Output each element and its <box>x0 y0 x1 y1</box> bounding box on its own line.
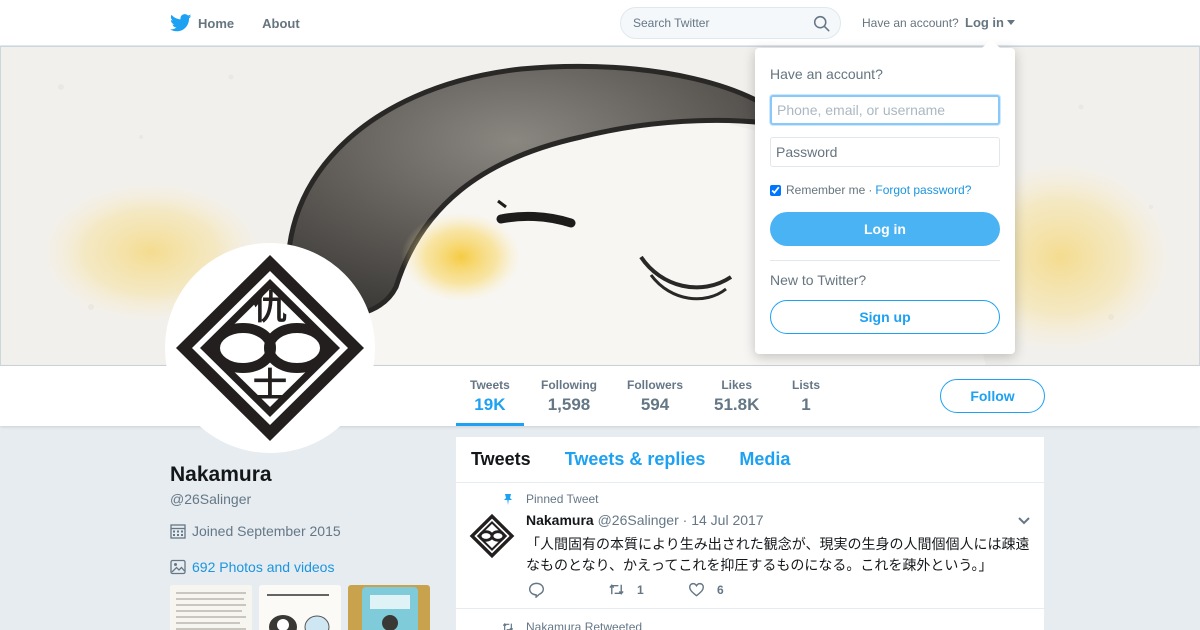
stat-followers[interactable]: Followers 594 <box>627 378 683 415</box>
timeline: Tweets Tweets & replies Media Pinned Twe… <box>456 437 1044 630</box>
stat-label: Lists <box>792 378 821 392</box>
stat-value: 51.8K <box>714 395 760 414</box>
profile-name[interactable]: Nakamura <box>170 463 272 487</box>
divider <box>770 260 1000 261</box>
signup-button[interactable]: Sign up <box>770 300 1000 334</box>
tab-tweets[interactable]: Tweets <box>471 449 531 470</box>
login-button[interactable]: Log in <box>770 212 1000 246</box>
retweeted-label[interactable]: Nakamura Retweeted <box>526 620 642 630</box>
photo-thumbnails <box>170 585 437 630</box>
avatar-glyph-bottom: 士 <box>253 366 287 406</box>
pin-icon <box>504 494 512 505</box>
search-input[interactable] <box>633 8 813 38</box>
caret-down-icon <box>1007 20 1015 25</box>
tab-tweets-replies[interactable]: Tweets & replies <box>565 449 706 470</box>
stat-label: Following <box>541 378 597 392</box>
stat-value: 594 <box>640 395 670 414</box>
profile-joined: Joined September 2015 <box>170 523 341 539</box>
stat-tweets[interactable]: Tweets 19K <box>456 378 524 426</box>
forgot-password-link[interactable]: Forgot password? <box>875 183 971 197</box>
photo-thumbnail[interactable] <box>259 585 341 630</box>
avatar[interactable]: 仇 士 <box>165 243 375 453</box>
tweet-date[interactable]: 14 Jul 2017 <box>691 512 763 528</box>
remember-me: Remember me · Forgot password? <box>770 183 971 197</box>
remember-me-label[interactable]: Remember me <box>786 183 865 197</box>
new-to-twitter-text: New to Twitter? <box>770 272 867 288</box>
photos-link[interactable]: 692 Photos and videos <box>170 559 334 575</box>
photo-icon <box>170 559 186 575</box>
remember-separator: · <box>868 183 873 197</box>
search-icon[interactable] <box>813 15 830 32</box>
tweet-author-name[interactable]: Nakamura <box>526 512 594 528</box>
search-box[interactable] <box>620 7 841 39</box>
tweet-avatar[interactable] <box>468 512 516 560</box>
follow-button[interactable]: Follow <box>940 379 1045 413</box>
stat-value: 19K <box>474 395 506 414</box>
stat-label: Followers <box>627 378 684 392</box>
stat-following[interactable]: Following 1,598 <box>541 378 597 415</box>
tweet-text: 「人間固有の本質により生み出された観念が、現実の生身の人間個個人には疎遠なものと… <box>526 536 1030 573</box>
tweet-header: Nakamura @26Salinger · 14 Jul 2017 <box>526 512 764 528</box>
twitter-bird-icon <box>170 14 192 32</box>
login-dropdown-toggle[interactable]: Log in <box>965 15 1015 30</box>
reply-button[interactable] <box>528 581 557 598</box>
joined-text: Joined September 2015 <box>192 523 341 539</box>
timeline-tabs: Tweets Tweets & replies Media <box>456 437 1044 483</box>
dropdown-title: Have an account? <box>770 66 883 82</box>
stat-value: 1 <box>801 395 811 414</box>
retweet-count: 1 <box>637 582 644 597</box>
calendar-icon <box>170 524 186 539</box>
reply-icon <box>528 582 545 598</box>
photo-thumbnail[interactable] <box>348 585 430 630</box>
retweet-icon <box>502 623 514 630</box>
nav-left: Home About <box>170 0 328 46</box>
avatar-glyph-top: 仇 <box>253 288 287 328</box>
pinned-context: Pinned Tweet <box>502 492 599 506</box>
home-label: Home <box>198 15 235 31</box>
avatar-emblem: 仇 士 <box>176 255 364 441</box>
tweet-author-handle[interactable]: @26Salinger <box>598 512 679 528</box>
profile-handle[interactable]: @26Salinger <box>170 491 251 507</box>
stat-likes[interactable]: Likes 51.8K <box>714 378 759 415</box>
stat-lists[interactable]: Lists 1 <box>792 378 820 415</box>
stat-label: Likes <box>721 378 753 392</box>
like-icon <box>688 582 705 597</box>
username-field[interactable] <box>770 95 1000 125</box>
retweeted-context: Nakamura Retweeted <box>502 620 642 630</box>
stat-value: 1,598 <box>547 395 591 414</box>
photo-thumbnail[interactable] <box>170 585 252 630</box>
login-dropdown: Have an account? Remember me · Forgot pa… <box>755 39 1015 354</box>
like-button[interactable]: 6 <box>688 581 724 598</box>
pinned-label: Pinned Tweet <box>526 492 599 506</box>
login-link-label: Log in <box>965 15 1004 30</box>
like-count: 6 <box>717 582 724 597</box>
home-link[interactable]: Home <box>170 14 234 32</box>
tweet-separator: · <box>682 512 688 528</box>
about-link[interactable]: About <box>262 16 300 31</box>
remember-me-checkbox[interactable] <box>770 184 781 196</box>
stat-label: Tweets <box>470 378 510 392</box>
chevron-down-icon[interactable] <box>1017 516 1031 526</box>
tab-media[interactable]: Media <box>739 449 790 470</box>
password-field[interactable] <box>770 137 1000 167</box>
top-nav: Home About Have an account? Log in <box>0 0 1200 46</box>
photos-link-label: 692 Photos and videos <box>192 559 335 575</box>
have-account-text: Have an account? <box>862 16 959 30</box>
retweet-button[interactable]: 1 <box>608 581 644 598</box>
retweet-icon <box>609 584 624 595</box>
